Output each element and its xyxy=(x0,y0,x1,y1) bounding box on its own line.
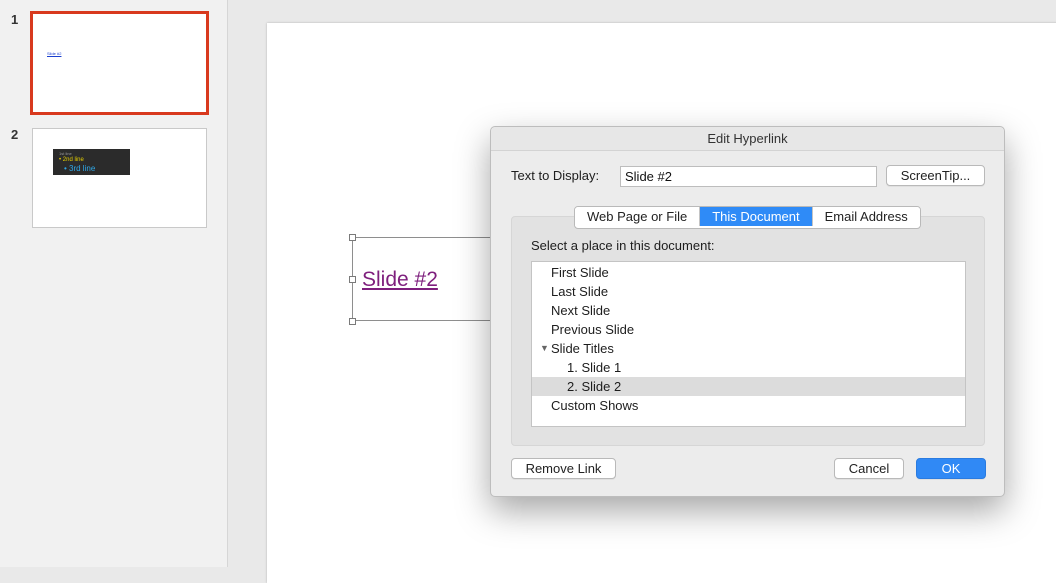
tab-email-address[interactable]: Email Address xyxy=(812,207,920,226)
list-item-label: Next Slide xyxy=(551,303,611,318)
text-to-display-label: Text to Display: xyxy=(511,168,600,183)
list-item-label: Last Slide xyxy=(551,284,609,299)
list-item[interactable]: Custom Shows xyxy=(532,396,965,415)
link-type-tabs: Web Page or File This Document Email Add… xyxy=(574,206,921,229)
text-to-display-input[interactable] xyxy=(620,166,877,187)
list-item-label: Slide Titles xyxy=(551,341,614,356)
slide-thumbnail-2[interactable]: 1st line • 2nd line • 3rd line xyxy=(32,128,207,228)
slide-thumbnail-pane: 1 Slide #2 2 1st line • 2nd line • 3rd l… xyxy=(0,0,228,567)
list-item[interactable]: 1. Slide 1 xyxy=(532,358,965,377)
resize-handle-top-left[interactable] xyxy=(349,234,356,241)
list-item-label: Custom Shows xyxy=(551,398,639,413)
ok-button[interactable]: OK xyxy=(916,458,986,479)
slide-number-2: 2 xyxy=(11,127,19,142)
list-item-selected[interactable]: 2. Slide 2 xyxy=(532,377,965,396)
tab-web-page-or-file[interactable]: Web Page or File xyxy=(575,207,701,226)
list-item-label: Previous Slide xyxy=(551,322,635,337)
list-item-label: First Slide xyxy=(551,265,609,280)
cancel-button[interactable]: Cancel xyxy=(834,458,904,479)
list-item[interactable]: First Slide xyxy=(532,263,965,282)
thumbnail-line-3: • 3rd line xyxy=(64,164,96,173)
thumbnail-link-text: Slide #2 xyxy=(47,51,62,56)
place-list[interactable]: First Slide Last Slide Next Slide Previo… xyxy=(531,261,966,427)
dialog-title: Edit Hyperlink xyxy=(491,127,1004,151)
list-item-label: 1. Slide 1 xyxy=(567,360,622,375)
selected-text-box[interactable]: Slide #2 xyxy=(349,234,497,325)
thumbnail-line-2: • 2nd line xyxy=(59,157,84,163)
slide-thumbnail-1[interactable]: Slide #2 xyxy=(30,11,209,115)
edit-hyperlink-dialog: Edit Hyperlink Text to Display: ScreenTi… xyxy=(490,126,1005,497)
tab-this-document[interactable]: This Document xyxy=(700,207,813,226)
resize-handle-left[interactable] xyxy=(349,276,356,283)
select-place-label: Select a place in this document: xyxy=(531,238,715,253)
slide-number-1: 1 xyxy=(11,12,19,27)
thumbnail-line-1: 1st line xyxy=(59,151,72,156)
disclosure-triangle-icon[interactable]: ▼ xyxy=(540,339,549,358)
resize-handle-bottom-left[interactable] xyxy=(349,318,356,325)
screentip-button[interactable]: ScreenTip... xyxy=(886,165,985,186)
list-item[interactable]: Previous Slide xyxy=(532,320,965,339)
thumbnail-text-box: 1st line • 2nd line • 3rd line xyxy=(53,149,130,175)
slide-hyperlink-text[interactable]: Slide #2 xyxy=(362,268,438,292)
list-item[interactable]: Next Slide xyxy=(532,301,965,320)
remove-link-button[interactable]: Remove Link xyxy=(511,458,616,479)
list-item-slide-titles[interactable]: ▼ Slide Titles xyxy=(532,339,965,358)
list-item[interactable]: Last Slide xyxy=(532,282,965,301)
list-item-label: 2. Slide 2 xyxy=(567,379,622,394)
